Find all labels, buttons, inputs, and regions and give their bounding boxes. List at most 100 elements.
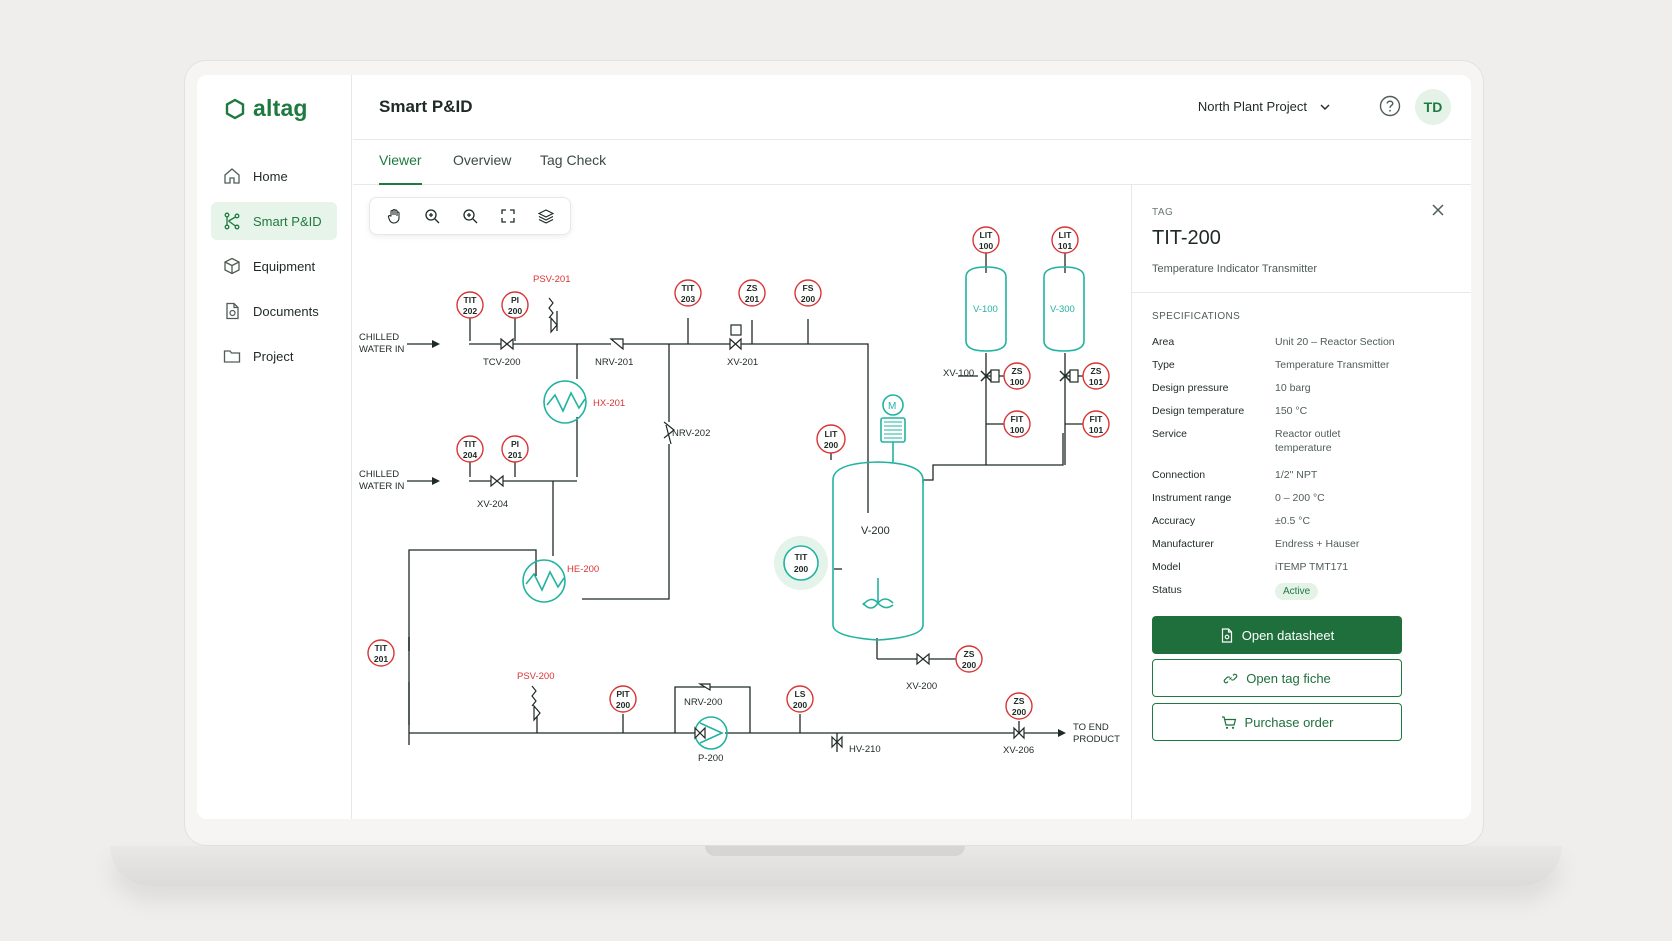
svg-text:PIT: PIT: [616, 689, 630, 699]
equipment-labels: PSV-201 TCV-200 NRV-201 XV-201 HX-201 NR…: [477, 274, 1075, 764]
instrument-lit200[interactable]: LIT 200: [816, 424, 846, 454]
nrv202-label: NRV-202: [672, 428, 710, 439]
spec-row: Accuracy ±0.5 °C: [1152, 514, 1452, 537]
valves: [490, 297, 1079, 749]
project-select[interactable]: North Plant Project: [1198, 99, 1331, 114]
sidebar-nav: Home Smart P&ID Equipment Documents Proj…: [211, 157, 337, 382]
nrv200-label: NRV-200: [684, 697, 722, 708]
chilled-water-in-label: CHILLED: [359, 469, 399, 480]
svg-text:204: 204: [463, 450, 478, 460]
sidebar-item-home[interactable]: Home: [211, 157, 337, 195]
xv100-label: XV-100: [943, 368, 974, 379]
hv210-label: HV-210: [849, 744, 881, 755]
app-window: altag Home Smart P&ID Equipment Document…: [197, 75, 1471, 819]
relief-valve-psv201-shape: [550, 316, 558, 334]
open-datasheet-button[interactable]: Open datasheet: [1152, 616, 1402, 654]
sidebar-item-project[interactable]: Project: [211, 337, 337, 375]
instrument-pi200[interactable]: PI 200: [501, 291, 529, 319]
svg-text:203: 203: [681, 294, 696, 304]
avatar[interactable]: TD: [1415, 89, 1451, 125]
instrument-zs200-reactor[interactable]: ZS 200: [955, 645, 983, 673]
spec-key: Connection: [1152, 469, 1206, 481]
project-select-value: North Plant Project: [1197, 99, 1307, 114]
to-end-product-label: PRODUCT: [1073, 734, 1120, 745]
he200-zigzag: [525, 570, 565, 592]
instrument-lit101[interactable]: LIT 101: [1051, 226, 1079, 254]
instrument-tit200-selected[interactable]: TIT 200: [783, 545, 819, 581]
help-icon[interactable]: [1379, 95, 1401, 117]
pan-tool-button[interactable]: [384, 206, 404, 226]
instrument-zs100[interactable]: ZS 100: [1003, 362, 1031, 390]
zoom-in-button[interactable]: [422, 206, 442, 226]
instrument-fit101[interactable]: FIT 101: [1082, 410, 1110, 438]
spec-value: 10 barg: [1275, 382, 1311, 394]
spec-key: Manufacturer: [1152, 538, 1214, 550]
svg-text:ZS: ZS: [747, 283, 758, 293]
spec-table: Area Unit 20 – Reactor Section Type Temper…: [1152, 335, 1452, 606]
xv204-label: XV-204: [477, 499, 508, 510]
spec-row: Type Temperature Transmitter: [1152, 358, 1452, 381]
instrument-pi201[interactable]: PI 201: [501, 435, 529, 463]
instrument-tit204[interactable]: TIT 204: [456, 435, 484, 463]
svg-text:FS: FS: [803, 283, 814, 293]
relief-valve-psv200-spring: [531, 685, 537, 707]
svg-text:FIT: FIT: [1011, 414, 1025, 424]
layers-button[interactable]: [536, 206, 556, 226]
instrument-pit200[interactable]: PIT 200: [609, 685, 637, 713]
instrument-zs201[interactable]: ZS 201: [738, 279, 766, 307]
valve-tcv200-shape: [500, 337, 514, 351]
sidebar-item-equipment[interactable]: Equipment: [211, 247, 337, 285]
spec-value: iTEMP TMT171: [1275, 561, 1349, 573]
tag-detail-panel: TAG TIT-200 Temperature Indicator Transm…: [1131, 185, 1471, 819]
close-icon[interactable]: [1431, 203, 1445, 217]
spec-key: Type: [1152, 359, 1175, 371]
svg-text:200: 200: [801, 294, 816, 304]
tab-overview[interactable]: Overview: [453, 152, 511, 185]
tab-bar: Viewer Overview Tag Check: [353, 140, 1471, 185]
chilled-water-in-label: WATER IN: [359, 344, 405, 355]
sidebar-item-label: Home: [253, 168, 288, 184]
valve-xv200-shape: [916, 652, 930, 666]
fullscreen-button[interactable]: [498, 206, 518, 226]
svg-text:TIT: TIT: [464, 439, 478, 449]
spec-value: Temperature Transmitter: [1275, 359, 1390, 371]
instrument-zs101[interactable]: ZS 101: [1082, 362, 1110, 390]
purchase-order-button[interactable]: Purchase order: [1152, 703, 1402, 741]
tcv200-label: TCV-200: [483, 357, 521, 368]
open-tag-fiche-button[interactable]: Open tag fiche: [1152, 659, 1402, 697]
logo[interactable]: altag: [225, 95, 308, 122]
zoom-out-button[interactable]: [460, 206, 480, 226]
spec-row: Instrument range 0 – 200 °C: [1152, 491, 1452, 514]
cube-icon: [224, 257, 240, 275]
instrument-tit203[interactable]: TIT 203: [674, 279, 702, 307]
spec-key: Instrument range: [1152, 492, 1232, 504]
pid-icon: [224, 212, 240, 230]
sidebar-item-smart-pid[interactable]: Smart P&ID: [211, 202, 337, 240]
tab-tag-check[interactable]: Tag Check: [540, 152, 606, 185]
sidebar-item-documents[interactable]: Documents: [211, 292, 337, 330]
pid-diagram[interactable]: CHILLED WATER IN CHILLED WATER IN TO END…: [353, 185, 1131, 819]
spec-key: Model: [1152, 561, 1181, 573]
spec-key: Design temperature: [1152, 405, 1245, 417]
cart-icon: [1221, 715, 1236, 729]
instrument-ls200[interactable]: LS 200: [786, 685, 814, 713]
svg-text:200: 200: [793, 700, 808, 710]
spec-row: Design pressure 10 barg: [1152, 381, 1452, 404]
instrument-tit202[interactable]: TIT 202: [456, 291, 484, 319]
instrument-zs200-outlet[interactable]: ZS 200: [1005, 692, 1033, 720]
svg-text:LIT: LIT: [825, 429, 839, 439]
document-icon: [226, 302, 239, 320]
valve-pump-inlet-shape: [694, 726, 706, 740]
logo-text: altag: [253, 95, 308, 121]
instrument-lit100[interactable]: LIT 100: [972, 226, 1000, 254]
instrument-tit201[interactable]: TIT 201: [367, 639, 395, 667]
svg-text:LIT: LIT: [1059, 230, 1073, 240]
svg-text:201: 201: [745, 294, 760, 304]
document-icon: [1221, 627, 1232, 643]
spec-row: Area Unit 20 – Reactor Section: [1152, 335, 1452, 358]
pid-canvas[interactable]: CHILLED WATER IN CHILLED WATER IN TO END…: [353, 185, 1131, 819]
instrument-fs200[interactable]: FS 200: [794, 279, 822, 307]
instrument-fit100[interactable]: FIT 100: [1003, 410, 1031, 438]
tab-viewer[interactable]: Viewer: [379, 152, 422, 185]
svg-text:201: 201: [374, 654, 389, 664]
